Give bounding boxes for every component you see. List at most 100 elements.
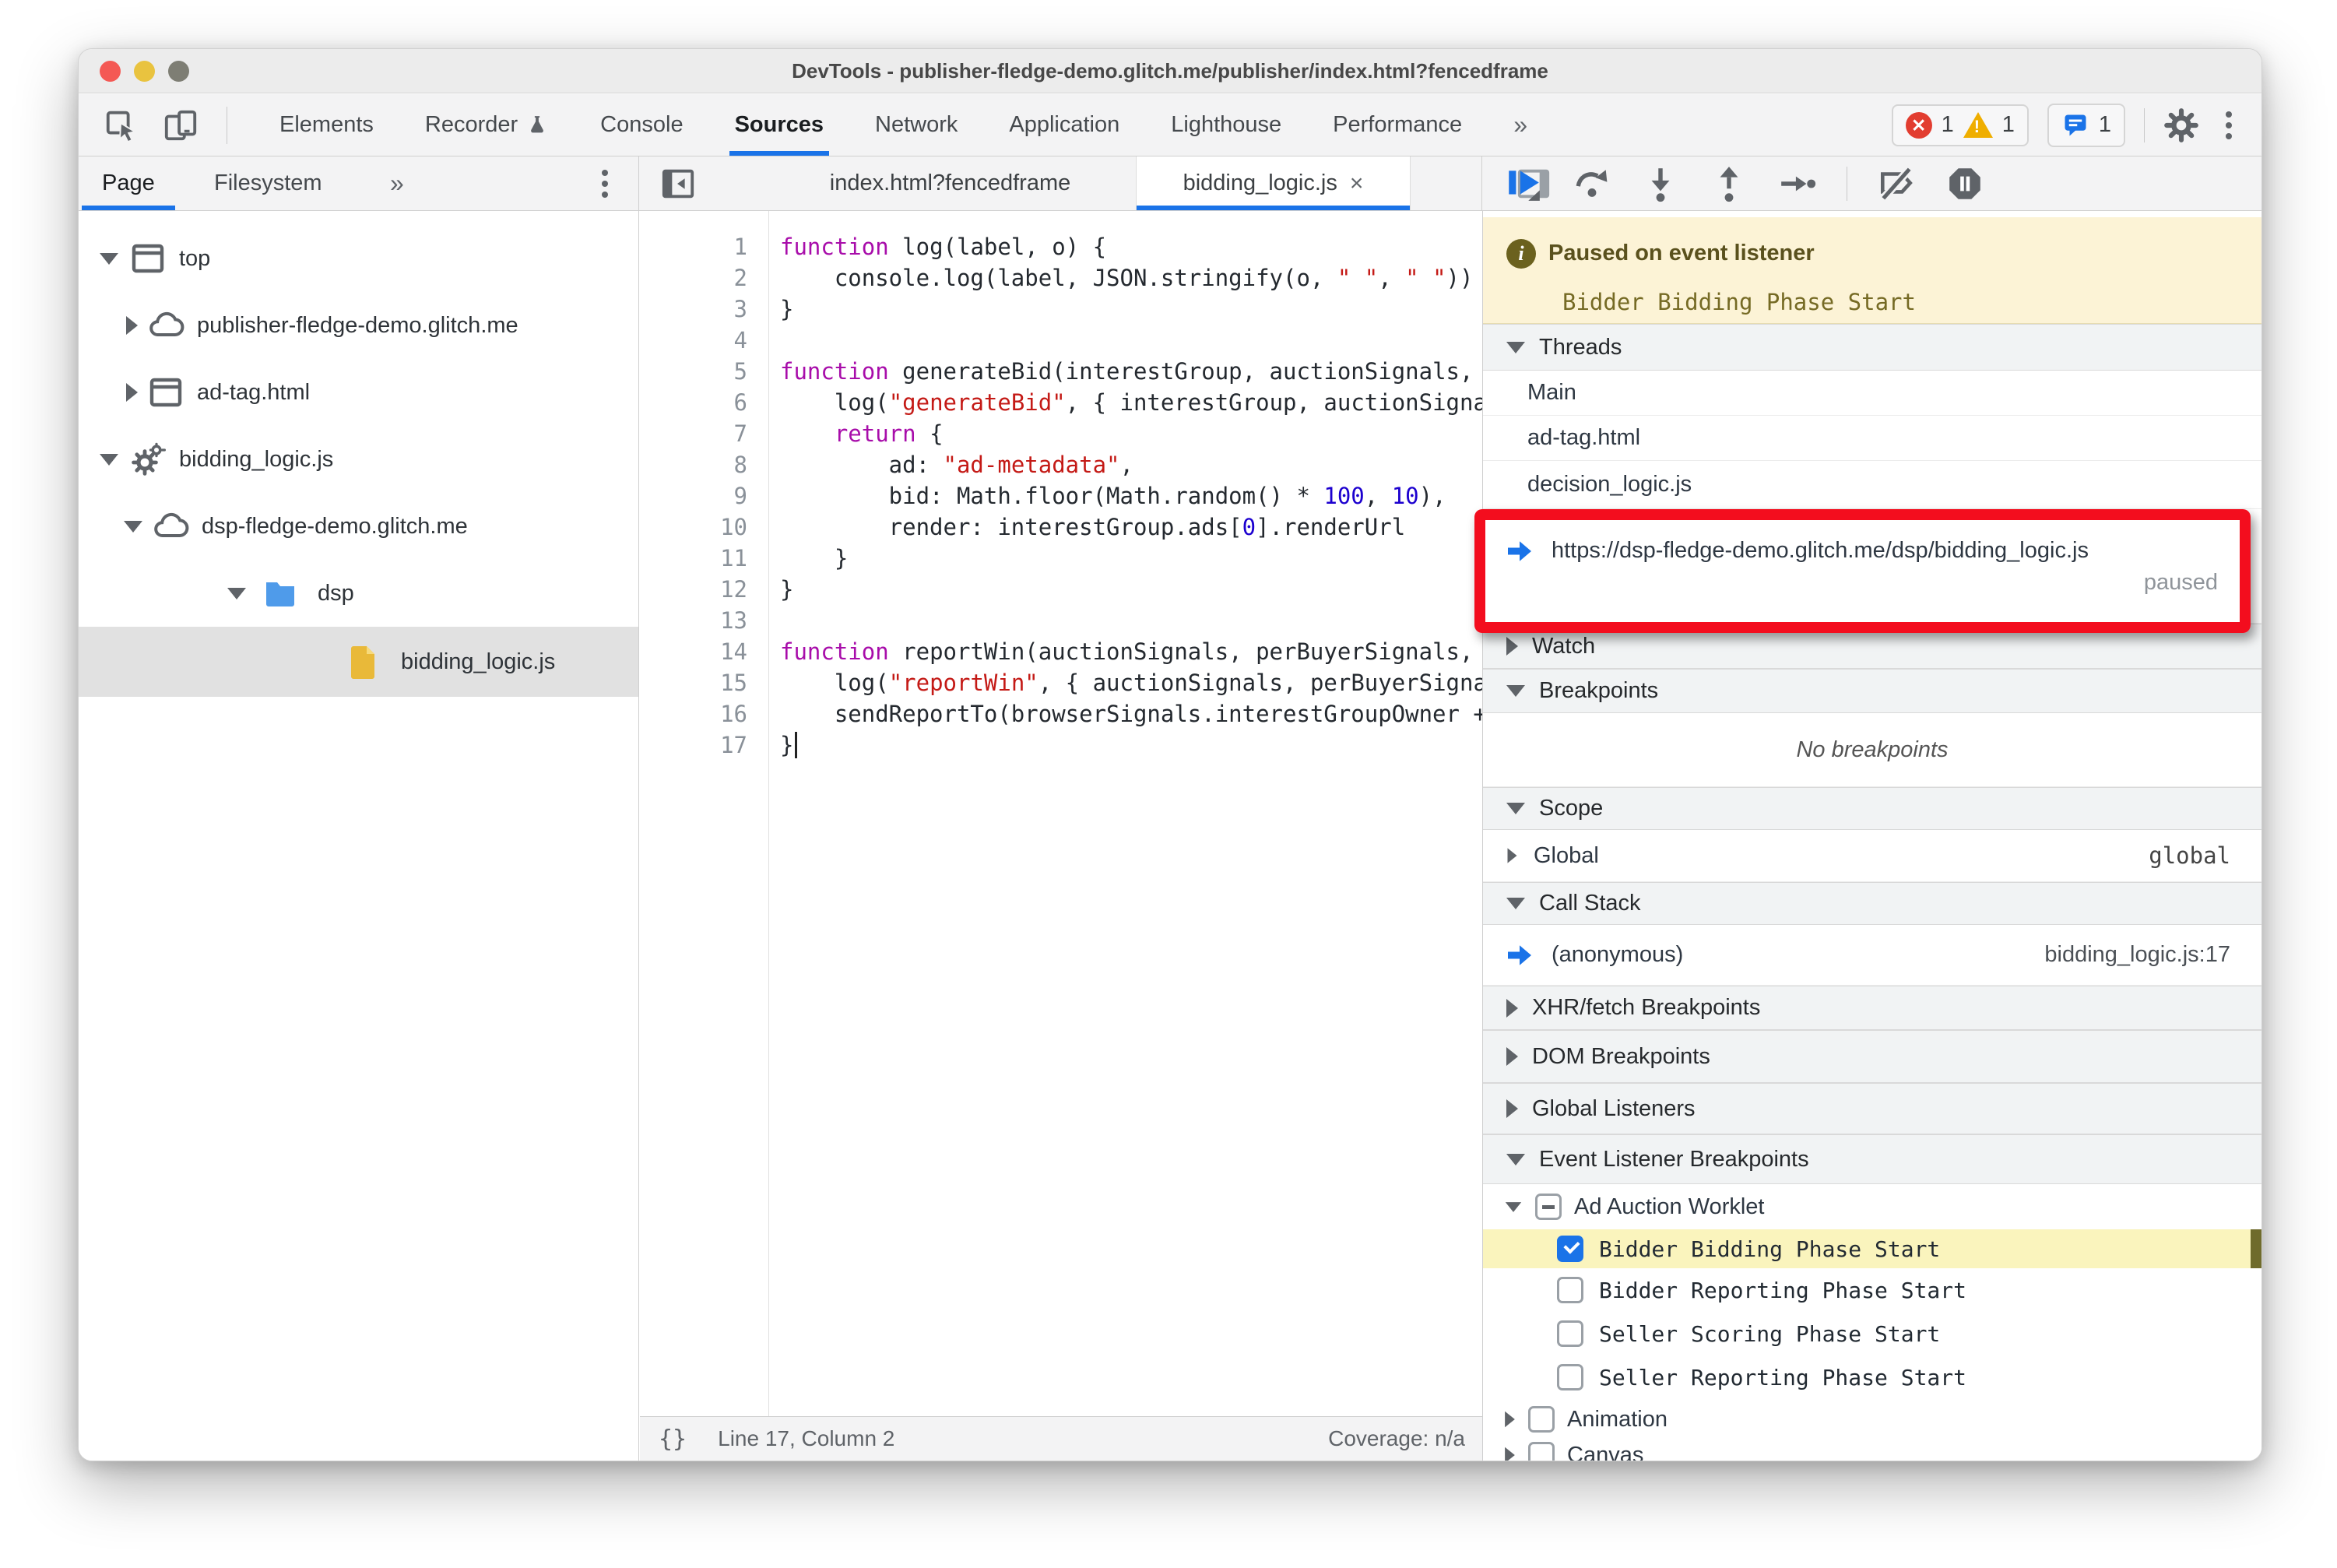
code-line[interactable]: return { <box>780 418 1482 449</box>
expand-icon[interactable] <box>100 252 118 265</box>
checkbox-unchecked[interactable] <box>1557 1320 1583 1347</box>
code-line[interactable]: log("generateBid", { interestGroup, auct… <box>780 387 1482 418</box>
checkbox-unchecked[interactable] <box>1557 1364 1583 1390</box>
step-out-button[interactable] <box>1710 164 1748 203</box>
tree-item-top[interactable]: top <box>79 225 638 292</box>
code-line[interactable]: ad: "ad-metadata", <box>780 449 1482 480</box>
tree-item-bidding-logic-file[interactable]: bidding_logic.js <box>79 627 638 697</box>
device-toolbar-icon[interactable] <box>163 107 199 143</box>
code-line[interactable] <box>780 605 1482 636</box>
tree-item-ad-tag[interactable]: ad-tag.html <box>79 359 638 426</box>
navigator-kebab-icon[interactable] <box>602 181 608 187</box>
section-threads[interactable]: Threads <box>1483 324 2261 371</box>
elb-item-bidder-bidding-phase-start[interactable]: Bidder Bidding Phase Start <box>1483 1229 2261 1268</box>
checkbox-unchecked[interactable] <box>1528 1442 1555 1461</box>
experiment-flask-icon <box>531 115 544 132</box>
line-number-gutter[interactable]: 1 2 3 4 5 6 7 8 9 10 11 12 13 14 15 16 1 <box>640 231 768 761</box>
thread-decision-logic[interactable]: decision_logic.js <box>1483 461 2261 509</box>
settings-gear-icon[interactable] <box>2163 107 2199 143</box>
pause-on-exceptions-button[interactable] <box>1945 164 1984 203</box>
elb-category-canvas[interactable]: Canvas <box>1483 1440 2261 1461</box>
expand-icon[interactable] <box>124 520 142 533</box>
close-tab-icon[interactable]: × <box>1350 171 1364 197</box>
scope-global-row[interactable]: Global global <box>1483 830 2261 882</box>
cloud-icon <box>149 311 184 336</box>
tab-performance[interactable]: Performance <box>1307 94 1488 156</box>
section-xhr-breakpoints[interactable]: XHR/fetch Breakpoints <box>1483 986 2261 1030</box>
step-over-button[interactable] <box>1573 164 1611 203</box>
thread-main[interactable]: Main <box>1483 371 2261 416</box>
tab-sources[interactable]: Sources <box>709 94 849 156</box>
section-global-listeners[interactable]: Global Listeners <box>1483 1083 2261 1134</box>
checkbox-checked[interactable] <box>1557 1236 1583 1262</box>
tree-item-label: bidding_logic.js <box>179 446 334 472</box>
errors-warnings-badge[interactable]: ✕ 1 1 <box>1891 104 2029 146</box>
tree-item-dsp-domain[interactable]: dsp-fledge-demo.glitch.me <box>79 493 638 560</box>
collapse-icon[interactable] <box>126 383 138 402</box>
section-event-listener-breakpoints[interactable]: Event Listener Breakpoints <box>1483 1134 2261 1184</box>
elb-item-seller-scoring-phase-start[interactable]: Seller Scoring Phase Start <box>1483 1312 2261 1355</box>
expand-icon[interactable] <box>100 453 118 466</box>
code-line[interactable] <box>780 325 1482 356</box>
inspect-element-icon[interactable] <box>104 107 139 143</box>
tab-filesystem[interactable]: Filesystem <box>214 156 322 210</box>
issues-badge[interactable]: 1 <box>2047 103 2125 147</box>
editor-tab-index-html[interactable]: index.html?fencedframe <box>764 156 1137 210</box>
group-checkbox-indeterminate[interactable] <box>1535 1194 1562 1220</box>
code-line[interactable]: function reportWin(auctionSignals, perBu… <box>780 636 1482 667</box>
thread-ad-tag[interactable]: ad-tag.html <box>1483 416 2261 461</box>
warning-icon <box>1963 112 1993 138</box>
tab-lighthouse[interactable]: Lighthouse <box>1145 94 1307 156</box>
editor-tabbar: index.html?fencedframe bidding_logic.js … <box>640 156 1550 210</box>
tree-item-worklet[interactable]: bidding_logic.js <box>79 426 638 493</box>
tree-item-label: top <box>179 245 211 271</box>
tab-console[interactable]: Console <box>575 94 708 156</box>
collapse-icon[interactable] <box>126 316 138 335</box>
code-line[interactable]: sendReportTo(browserSignals.interestGrou… <box>780 698 1482 730</box>
step-button[interactable] <box>1778 164 1817 203</box>
pretty-print-button[interactable]: {} <box>659 1426 687 1453</box>
code-line[interactable]: function generateBid(interestGroup, auct… <box>780 356 1482 387</box>
code-line[interactable]: bid: Math.floor(Math.random() * 100, 10)… <box>780 480 1482 512</box>
code-line[interactable]: } <box>780 730 1482 761</box>
resume-script-button[interactable] <box>1504 164 1543 203</box>
call-stack-frame[interactable]: (anonymous) bidding_logic.js:17 <box>1483 925 2261 986</box>
code-line[interactable]: } <box>780 294 1482 325</box>
checkbox-unchecked[interactable] <box>1557 1277 1583 1303</box>
section-call-stack[interactable]: Call Stack <box>1483 882 2261 925</box>
hide-navigator-icon[interactable] <box>659 166 697 202</box>
no-breakpoints-message: No breakpoints <box>1483 713 2261 787</box>
code-text[interactable]: function log(label, o) { console.log(lab… <box>780 231 1482 761</box>
elb-item-seller-reporting-phase-start[interactable]: Seller Reporting Phase Start <box>1483 1355 2261 1399</box>
tab-application[interactable]: Application <box>983 94 1145 156</box>
code-line[interactable]: console.log(label, JSON.stringify(o, " "… <box>780 262 1482 294</box>
more-navigator-tabs-button[interactable]: » <box>390 156 404 210</box>
checkbox-unchecked[interactable] <box>1528 1406 1555 1433</box>
tab-recorder[interactable]: Recorder <box>399 94 575 156</box>
section-dom-breakpoints[interactable]: DOM Breakpoints <box>1483 1030 2261 1083</box>
tree-item-publisher-domain[interactable]: publisher-fledge-demo.glitch.me <box>79 292 638 359</box>
elb-category-animation[interactable]: Animation <box>1483 1399 2261 1440</box>
elb-group-ad-auction-worklet[interactable]: Ad Auction Worklet <box>1483 1184 2261 1229</box>
more-options-kebab-icon[interactable] <box>2226 121 2232 128</box>
code-line[interactable]: render: interestGroup.ads[0].renderUrl <box>780 512 1482 543</box>
code-line[interactable]: log("reportWin", { auctionSignals, perBu… <box>780 667 1482 698</box>
section-scope[interactable]: Scope <box>1483 787 2261 830</box>
issues-count: 1 <box>2098 112 2111 137</box>
editor-tab-bidding-logic[interactable]: bidding_logic.js × <box>1137 156 1411 210</box>
tab-network[interactable]: Network <box>849 94 983 156</box>
code-line[interactable]: function log(label, o) { <box>780 231 1482 262</box>
tab-page[interactable]: Page <box>82 156 175 210</box>
section-breakpoints[interactable]: Breakpoints <box>1483 669 2261 713</box>
deactivate-breakpoints-button[interactable] <box>1877 164 1916 203</box>
tab-elements[interactable]: Elements <box>254 94 399 156</box>
code-line[interactable]: } <box>780 574 1482 605</box>
devtools-window: DevTools - publisher-fledge-demo.glitch.… <box>78 48 2262 1461</box>
expand-icon[interactable] <box>227 587 246 599</box>
more-tabs-button[interactable]: » <box>1488 94 1553 156</box>
code-area[interactable]: 1 2 3 4 5 6 7 8 9 10 11 12 13 14 15 16 1 <box>640 211 1482 1416</box>
code-line[interactable]: } <box>780 543 1482 574</box>
step-into-button[interactable] <box>1641 164 1680 203</box>
elb-item-bidder-reporting-phase-start[interactable]: Bidder Reporting Phase Start <box>1483 1268 2261 1312</box>
tree-item-dsp-folder[interactable]: dsp <box>79 560 638 627</box>
